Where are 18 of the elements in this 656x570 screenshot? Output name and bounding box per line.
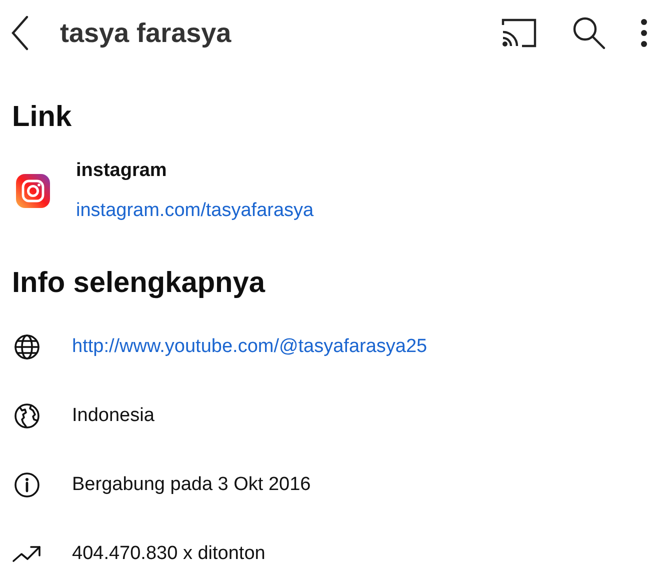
- back-icon[interactable]: [10, 15, 30, 51]
- search-icon[interactable]: [572, 16, 606, 50]
- section-heading: Link: [12, 100, 73, 135]
- info-icon: [14, 472, 40, 498]
- link-url[interactable]: instagram.com/tasyafarasya: [76, 197, 314, 226]
- cast-icon[interactable]: [500, 17, 538, 49]
- more-icon[interactable]: [640, 18, 648, 48]
- section-heading: Info selengkapnya: [12, 266, 266, 301]
- globe-icon: [14, 334, 40, 360]
- info-text: Bergabung pada 3 Okt 2016: [72, 472, 311, 497]
- link-title: instagram: [76, 158, 168, 183]
- channel-title: tasya farasya: [60, 16, 232, 50]
- earth-icon: [14, 403, 40, 430]
- trend-icon: [12, 545, 42, 564]
- website-link[interactable]: http://www.youtube.com/@tasyafarasya25: [72, 332, 428, 362]
- camera-app-icon: [16, 174, 50, 208]
- info-text: 404.470.830 x ditonton: [72, 542, 266, 566]
- info-text: Indonesia: [72, 404, 154, 428]
